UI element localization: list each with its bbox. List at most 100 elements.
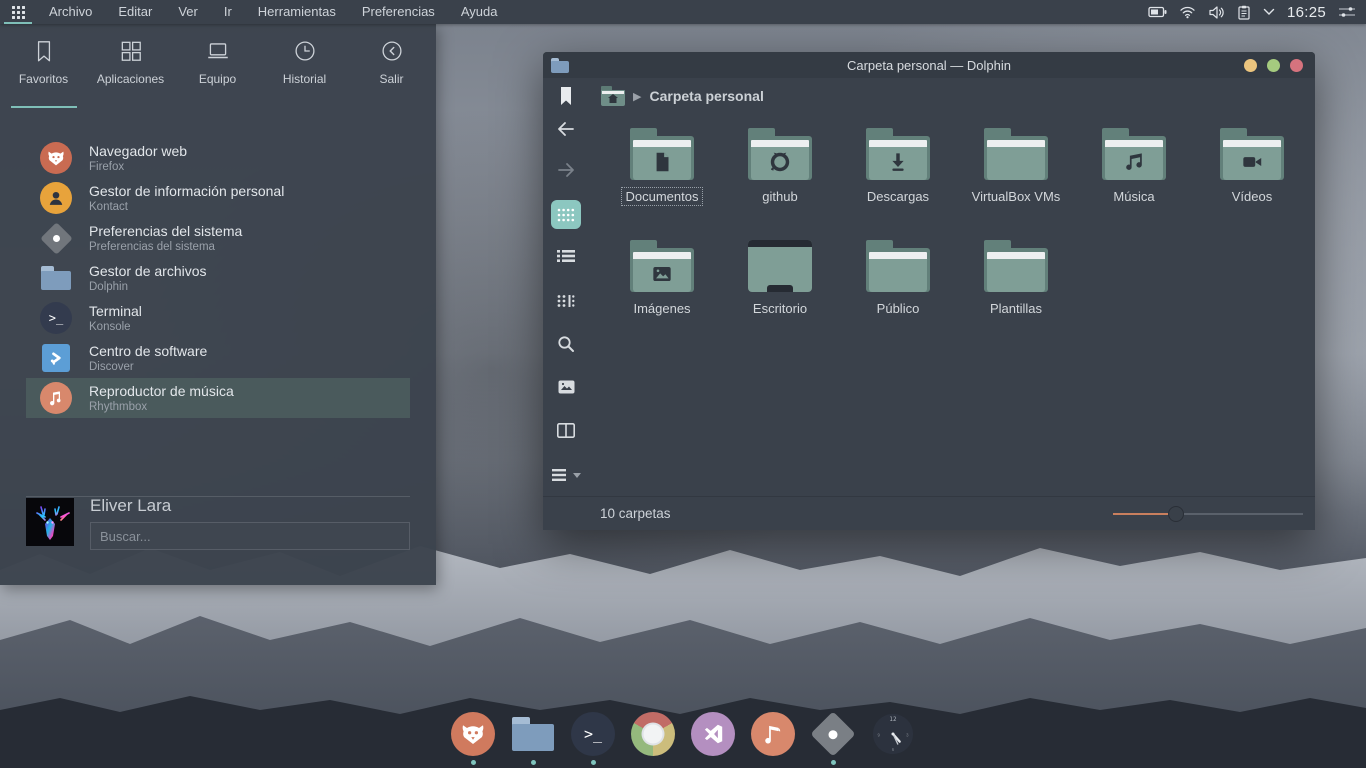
app-item-system-settings[interactable]: Preferencias del sistemaPreferencias del…: [26, 218, 410, 258]
app-grid-icon: [118, 38, 144, 64]
menu-button[interactable]: [546, 461, 586, 490]
split-view-button[interactable]: [551, 416, 581, 445]
volume-icon[interactable]: [1208, 5, 1225, 20]
folder-videos[interactable]: Vídeos: [1193, 128, 1311, 240]
bookmark-icon: [31, 38, 57, 64]
tab-historial[interactable]: Historial: [261, 38, 348, 108]
history-clock-icon: [292, 38, 318, 64]
exit-icon: [379, 38, 405, 64]
app-item-rhythmbox[interactable]: Reproductor de músicaRhythmbox: [26, 378, 410, 418]
tab-label: Historial: [283, 72, 326, 86]
folder-icon-music: [1102, 128, 1166, 180]
places-panel-toggle[interactable]: [543, 86, 589, 106]
app-item-kontact[interactable]: Gestor de información personalKontact: [26, 178, 410, 218]
folder-escritorio[interactable]: Escritorio: [721, 240, 839, 352]
dock-item-file-manager[interactable]: [507, 710, 559, 768]
tab-label: Favoritos: [19, 72, 68, 86]
search-input[interactable]: [90, 522, 410, 550]
dock-item-clock-widget[interactable]: 12369: [867, 710, 919, 768]
icons-view-button[interactable]: [551, 200, 581, 229]
chevron-down-icon[interactable]: [1263, 8, 1275, 16]
app-item-firefox[interactable]: Navegador webFirefox: [26, 138, 410, 178]
compact-view-button[interactable]: [551, 286, 581, 315]
user-name: Eliver Lara: [90, 496, 171, 516]
folder-imagenes[interactable]: Imágenes: [603, 240, 721, 352]
breadcrumb-arrow-icon: ▶: [633, 90, 641, 103]
menu-archivo[interactable]: Archivo: [36, 0, 105, 24]
forward-button[interactable]: [551, 155, 581, 184]
bookmark-icon: [558, 86, 574, 106]
folder-icon-github: [748, 128, 812, 180]
tab-equipo[interactable]: Equipo: [174, 38, 261, 108]
rhythmbox-icon: [751, 712, 795, 756]
menu-ir[interactable]: Ir: [211, 0, 245, 24]
tab-favoritos[interactable]: Favoritos: [0, 38, 87, 108]
analog-clock-icon: 12369: [871, 712, 915, 756]
dock-item-chrome[interactable]: [627, 710, 679, 768]
folder-label: Escritorio: [748, 299, 812, 318]
app-item-dolphin[interactable]: Gestor de archivosDolphin: [26, 258, 410, 298]
zoom-slider-thumb[interactable]: [1168, 506, 1184, 522]
firefox-icon: [451, 712, 495, 756]
folder-descargas[interactable]: Descargas: [839, 128, 957, 240]
tab-label: Equipo: [199, 72, 236, 86]
vscode-icon: [691, 712, 735, 756]
app-title: Preferencias del sistema: [89, 223, 242, 240]
app-item-discover[interactable]: Centro de softwareDiscover: [26, 338, 410, 378]
sliders-icon[interactable]: [1338, 5, 1356, 19]
clipboard-icon[interactable]: [1237, 5, 1251, 20]
folder-musica[interactable]: Música: [1075, 128, 1193, 240]
clock-time[interactable]: 16:25: [1287, 4, 1326, 21]
folder-github[interactable]: github: [721, 128, 839, 240]
dolphin-side-toolbar: [543, 114, 589, 496]
breadcrumb-location[interactable]: Carpeta personal: [649, 88, 763, 104]
firefox-icon: [40, 142, 72, 174]
menu-ver[interactable]: Ver: [165, 0, 211, 24]
dolphin-folder-icon: [41, 266, 71, 290]
running-indicator: [531, 760, 536, 765]
running-indicator: [831, 760, 836, 765]
home-folder-icon[interactable]: [601, 86, 625, 106]
close-button[interactable]: [1290, 59, 1303, 72]
tab-salir[interactable]: Salir: [348, 38, 435, 108]
dock-item-vscode[interactable]: [687, 710, 739, 768]
dock-item-rhythmbox[interactable]: [747, 710, 799, 768]
app-subtitle: Discover: [89, 360, 207, 374]
zoom-slider[interactable]: [1113, 506, 1303, 522]
folder-publico[interactable]: Público: [839, 240, 957, 352]
folder-icon-download: [866, 128, 930, 180]
minimize-button[interactable]: [1244, 59, 1257, 72]
menu-ayuda[interactable]: Ayuda: [448, 0, 511, 24]
dock-item-firefox[interactable]: [447, 710, 499, 768]
app-launcher-button[interactable]: [0, 0, 36, 24]
terminal-icon: >_: [571, 712, 615, 756]
battery-icon[interactable]: [1148, 5, 1167, 19]
dock-item-terminal[interactable]: >_: [567, 710, 619, 768]
menu-herramientas[interactable]: Herramientas: [245, 0, 349, 24]
avatar[interactable]: [26, 498, 74, 546]
maximize-button[interactable]: [1267, 59, 1280, 72]
window-titlebar[interactable]: Carpeta personal — Dolphin: [543, 52, 1315, 78]
svg-text:12: 12: [889, 717, 897, 723]
folder-plantillas[interactable]: Plantillas: [957, 240, 1075, 352]
folder-virtualbox-vms[interactable]: VirtualBox VMs: [957, 128, 1075, 240]
dock-item-system-settings[interactable]: [807, 710, 859, 768]
tab-aplicaciones[interactable]: Aplicaciones: [87, 38, 174, 108]
folder-label: VirtualBox VMs: [967, 187, 1066, 206]
wifi-icon[interactable]: [1179, 5, 1196, 19]
preview-button[interactable]: [551, 373, 581, 402]
search-button[interactable]: [551, 330, 581, 359]
menu-preferencias[interactable]: Preferencias: [349, 0, 448, 24]
app-item-konsole[interactable]: >_ TerminalKonsole: [26, 298, 410, 338]
folder-icon-plain: [984, 240, 1048, 292]
app-subtitle: Dolphin: [89, 280, 207, 294]
app-subtitle: Konsole: [89, 320, 142, 334]
app-subtitle: Firefox: [89, 160, 187, 174]
menu-editar[interactable]: Editar: [105, 0, 165, 24]
back-button[interactable]: [551, 114, 581, 143]
system-settings-icon: [40, 222, 73, 255]
folder-documentos[interactable]: Documentos: [603, 128, 721, 240]
app-title: Navegador web: [89, 143, 187, 160]
folder-icon-plain: [984, 128, 1048, 180]
list-view-button[interactable]: [551, 241, 581, 270]
